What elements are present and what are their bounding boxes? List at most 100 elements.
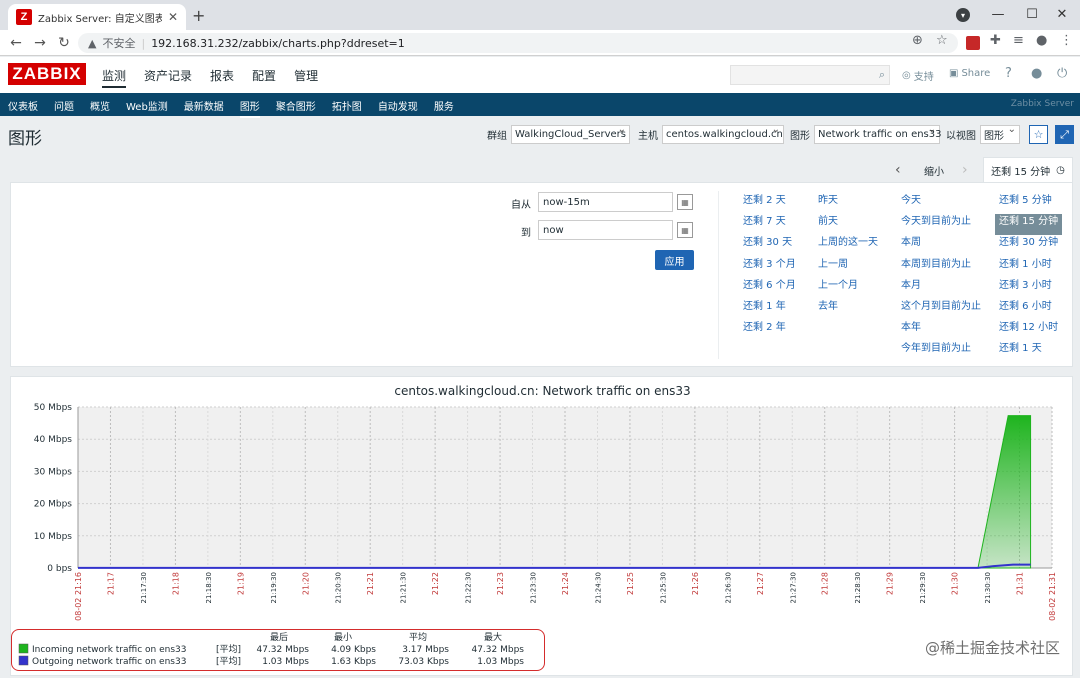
topnav-administration[interactable]: 管理	[294, 67, 318, 88]
search-icon[interactable]: ⌕	[879, 68, 885, 82]
more-icon[interactable]: ⋮	[1060, 33, 1073, 48]
topnav-reports[interactable]: 报表	[210, 67, 234, 88]
headset-icon: ◎	[902, 70, 911, 81]
quick-range-item[interactable]: 还剩 2 天	[739, 193, 800, 214]
quick-range-item[interactable]: 这个月到目前为止	[897, 299, 985, 320]
quick-range-item[interactable]: 今天到目前为止	[897, 214, 985, 235]
quick-range-item[interactable]: 还剩 2 年	[739, 320, 800, 341]
search-input[interactable]: ⌕	[730, 65, 890, 85]
quick-col-2: 昨天 前天 上周的这一天 上一周 上一个月 去年	[814, 193, 882, 320]
quick-range-item[interactable]: 本年	[897, 320, 985, 341]
group-label: 群组	[487, 131, 507, 142]
subnav-web[interactable]: Web监测	[126, 98, 168, 118]
time-next-icon[interactable]: ›	[962, 159, 968, 181]
subnav-dashboard[interactable]: 仪表板	[8, 98, 38, 118]
y-tick-label: 40 Mbps	[34, 435, 73, 445]
extension-icon[interactable]	[966, 36, 980, 50]
to-calendar-icon[interactable]: ▦	[677, 222, 693, 238]
minimize-icon[interactable]: —	[980, 2, 1016, 26]
quick-range-item[interactable]: 去年	[814, 299, 882, 320]
quick-range-item[interactable]: 还剩 30 天	[739, 235, 800, 256]
x-tick-label: 21:18	[171, 572, 180, 595]
user-icon[interactable]: ●	[1031, 66, 1042, 81]
subnav-latest-data[interactable]: 最新数据	[184, 98, 224, 118]
quick-range-item[interactable]: 上周的这一天	[814, 235, 882, 256]
tab-close-icon[interactable]: ✕	[168, 10, 178, 24]
subnav-problems[interactable]: 问题	[54, 98, 74, 118]
insecure-label: 不安全	[102, 37, 136, 50]
browser-tab[interactable]: Z Zabbix Server: 自定义图表 [每... ✕	[8, 4, 186, 30]
reading-list-icon[interactable]: ≡	[1013, 33, 1024, 48]
quick-range-item[interactable]: 上一周	[814, 257, 882, 278]
subnav-screens[interactable]: 聚合图形	[276, 98, 316, 118]
quick-range-item[interactable]: 还剩 3 个月	[739, 257, 800, 278]
quick-range-item[interactable]: 还剩 7 天	[739, 214, 800, 235]
zabbix-logo[interactable]: ZABBIX	[8, 63, 86, 85]
to-label: 到	[521, 228, 531, 239]
watermark: @稀土掘金技术社区	[924, 639, 1060, 657]
x-tick-label: 21:23	[496, 572, 505, 595]
time-range-label: 还剩 15 分钟	[991, 166, 1051, 178]
quick-range-item[interactable]: 本月	[897, 278, 985, 299]
quick-range-item[interactable]: 还剩 1 小时	[995, 257, 1062, 278]
quick-range-item[interactable]: 本周到目前为止	[897, 257, 985, 278]
quick-range-item[interactable]: 还剩 12 小时	[995, 320, 1062, 341]
quick-range-item[interactable]: 还剩 6 个月	[739, 278, 800, 299]
group-select[interactable]: WalkingCloud_Servers	[511, 124, 630, 144]
quick-range-item[interactable]: 还剩 6 小时	[995, 299, 1062, 320]
quick-range-item[interactable]: 还剩 1 天	[995, 341, 1062, 362]
legend-swatch	[18, 655, 29, 666]
browser-profile-icon[interactable]: ▾	[956, 8, 970, 22]
quick-range-item-selected[interactable]: 还剩 15 分钟	[995, 214, 1063, 236]
topnav-inventory[interactable]: 资产记录	[144, 67, 192, 88]
reload-icon[interactable]: ↻	[54, 33, 74, 53]
quick-range-item[interactable]: 本周	[897, 235, 985, 256]
quick-range-item[interactable]: 今年到目前为止	[897, 341, 985, 362]
graph-select[interactable]: Network traffic on ens33	[814, 124, 942, 144]
share-link[interactable]: ▣ Share	[949, 68, 990, 79]
view-select[interactable]: 图形	[980, 124, 1020, 144]
forward-icon[interactable]: →	[30, 33, 50, 53]
topnav-configuration[interactable]: 配置	[252, 67, 276, 88]
apply-button[interactable]: 应用	[655, 250, 694, 270]
from-input[interactable]: now-15m	[538, 192, 673, 212]
quick-range-item[interactable]: 还剩 1 年	[739, 299, 800, 320]
page-title: 图形	[8, 129, 42, 149]
time-prev-icon[interactable]: ‹	[895, 159, 901, 181]
favorite-star-icon[interactable]: ☆	[1029, 125, 1048, 144]
profile-icon[interactable]: ●	[1036, 33, 1047, 48]
quick-range-item[interactable]: 前天	[814, 214, 882, 235]
quick-range-item[interactable]: 昨天	[814, 193, 882, 214]
window-close-icon[interactable]: ✕	[1044, 2, 1080, 26]
subnav-graphs[interactable]: 图形	[239, 98, 260, 118]
to-input[interactable]: now	[538, 220, 673, 240]
traffic-chart[interactable]: 50 Mbps 40 Mbps 30 Mbps 20 Mbps 10 Mbps 0 bps…	[11, 377, 1074, 627]
bookmark-star-icon[interactable]: ☆	[936, 33, 948, 48]
host-select[interactable]: centos.walkingcloud.cn	[662, 124, 784, 144]
subnav-maps[interactable]: 拓扑图	[332, 98, 362, 118]
quick-range-item[interactable]: 今天	[897, 193, 985, 214]
help-icon[interactable]: ?	[1005, 66, 1012, 81]
topnav-monitoring[interactable]: 监测	[102, 67, 127, 88]
quick-range-item[interactable]: 上一个月	[814, 278, 882, 299]
url-field[interactable]: ▲ 不安全 | 192.168.31.232/zabbix/charts.php…	[78, 33, 958, 53]
zoom-out-button[interactable]: 缩小	[924, 159, 944, 181]
quick-range-item[interactable]: 还剩 5 分钟	[995, 193, 1062, 214]
puzzle-icon[interactable]: ✚	[990, 33, 1001, 48]
quick-range-item[interactable]: 还剩 3 小时	[995, 278, 1062, 299]
host-label: 主机	[638, 131, 658, 142]
quick-col-1: 还剩 2 天 还剩 7 天 还剩 30 天 还剩 3 个月 还剩 6 个月 还剩…	[739, 193, 800, 341]
subnav-overview[interactable]: 概览	[90, 98, 110, 118]
time-range-tab[interactable]: 还剩 15 分钟 ◷	[983, 157, 1073, 182]
subnav-services[interactable]: 服务	[434, 98, 454, 118]
new-tab-icon[interactable]: +	[192, 6, 205, 25]
logout-icon[interactable]: ⏻	[1057, 66, 1067, 81]
quick-range-item[interactable]: 还剩 30 分钟	[995, 235, 1062, 256]
back-icon[interactable]: ←	[6, 33, 26, 53]
subnav-discovery[interactable]: 自动发现	[378, 98, 418, 118]
fullscreen-icon[interactable]: ⤢	[1055, 125, 1074, 144]
legend-function: [平均]	[216, 655, 241, 667]
from-calendar-icon[interactable]: ▦	[677, 194, 693, 210]
zoom-icon[interactable]: ⊕	[912, 33, 923, 48]
support-link[interactable]: ◎ 支持	[902, 68, 934, 83]
